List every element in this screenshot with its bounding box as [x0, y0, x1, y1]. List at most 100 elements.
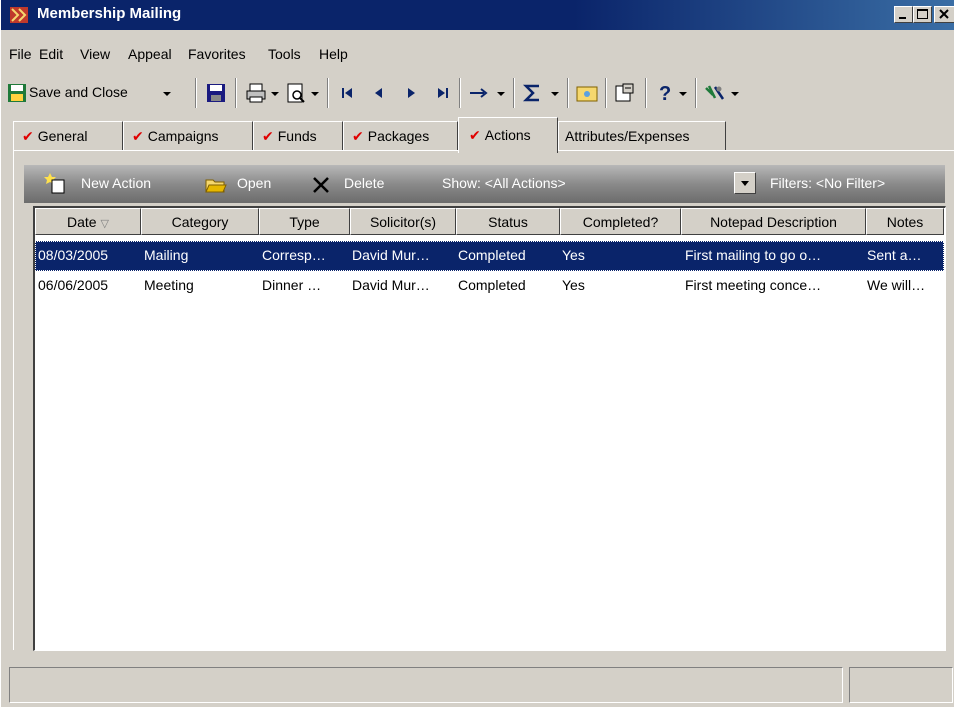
properties-button[interactable]	[613, 80, 639, 106]
menu-file[interactable]: File	[9, 46, 32, 62]
go-to-button[interactable]	[467, 80, 507, 106]
table-row[interactable]: 06/06/2005 Meeting Dinner … David Mur… C…	[35, 271, 944, 301]
menu-help[interactable]: Help	[319, 46, 348, 62]
show-dropdown-button[interactable]	[734, 172, 756, 194]
toolbar-separator	[327, 78, 329, 108]
folder-icon	[576, 86, 598, 102]
svg-text:?: ?	[659, 83, 671, 104]
column-header-completed[interactable]: Completed?	[560, 208, 681, 235]
check-icon: ✔	[352, 128, 364, 144]
previous-record-button[interactable]	[369, 80, 389, 106]
print-preview-button[interactable]	[285, 80, 321, 106]
app-icon[interactable]	[9, 5, 29, 25]
chevron-down-icon[interactable]	[311, 92, 319, 96]
column-header-status[interactable]: Status	[456, 208, 560, 235]
delete-button[interactable]: Delete	[344, 175, 384, 191]
sort-descending-icon: ▽	[100, 218, 110, 230]
column-header-type[interactable]: Type	[259, 208, 350, 235]
cell-status: Completed	[458, 247, 526, 263]
menu-bar: File Edit View Appeal Favorites Tools He…	[1, 42, 954, 66]
chevron-down-icon[interactable]	[271, 92, 279, 96]
tab-strip: ✔ General ✔ Campaigns ✔ Funds ✔ Packages ✔ Ac…	[13, 117, 943, 153]
application-window: Membership Mailing File Edit View Appeal…	[0, 0, 954, 707]
column-header-date-label: Date	[66, 214, 97, 230]
tools-button[interactable]	[703, 80, 739, 106]
toolbar-separator	[645, 78, 647, 108]
printer-icon	[246, 83, 266, 103]
status-pane-main	[9, 667, 843, 703]
toolbar-separator	[195, 78, 197, 108]
table-row[interactable]: 08/03/2005 Mailing Corresp… David Mur… C…	[35, 241, 944, 271]
chevron-down-icon[interactable]	[679, 92, 687, 96]
cell-date: 08/03/2005	[38, 247, 109, 263]
last-record-button[interactable]	[433, 80, 453, 106]
toolbar-separator	[695, 78, 697, 108]
menu-view[interactable]: View	[80, 46, 110, 62]
column-header-notes[interactable]: Notes	[866, 208, 944, 235]
cell-completed: Yes	[562, 247, 585, 263]
actions-grid[interactable]: Date ▽ Category Type Solicitor(s) Status …	[33, 206, 946, 651]
tab-funds-label: Funds	[277, 128, 317, 144]
menu-appeal[interactable]: Appeal	[128, 46, 172, 62]
chevron-down-icon[interactable]	[163, 92, 171, 96]
cell-solicitor: David Mur…	[352, 247, 430, 263]
tab-campaigns[interactable]: ✔ Campaigns	[123, 121, 253, 151]
menu-edit[interactable]: Edit	[39, 46, 63, 62]
maximize-button[interactable]	[913, 6, 932, 23]
print-button[interactable]	[245, 80, 281, 106]
new-action-button[interactable]: New Action	[81, 175, 151, 191]
open-button[interactable]: Open	[237, 175, 271, 191]
summary-button[interactable]	[521, 80, 561, 106]
cell-category: Mailing	[144, 247, 189, 263]
properties-icon	[615, 83, 634, 102]
cell-category: Meeting	[144, 277, 194, 293]
check-icon: ✔	[262, 128, 274, 144]
cell-notes: We will…	[867, 277, 926, 293]
tab-funds[interactable]: ✔ Funds	[253, 121, 343, 151]
menu-tools[interactable]: Tools	[268, 46, 301, 62]
tab-attributes-expenses-label: Attributes/Expenses	[565, 128, 690, 144]
save-and-close-button[interactable]: Save and Close	[5, 80, 175, 106]
column-header-date[interactable]: Date ▽	[35, 208, 141, 235]
cell-notes: Sent a…	[867, 247, 922, 263]
arrow-right-icon	[470, 88, 488, 98]
chevron-down-icon[interactable]	[731, 92, 739, 96]
delete-icon[interactable]	[312, 176, 330, 194]
tab-packages[interactable]: ✔ Packages	[343, 121, 458, 151]
first-icon	[342, 88, 352, 98]
close-button[interactable]	[934, 6, 954, 23]
open-folder-icon[interactable]	[204, 175, 228, 195]
sigma-icon	[522, 84, 539, 102]
save-button[interactable]	[205, 80, 229, 106]
column-header-solicitors[interactable]: Solicitor(s)	[350, 208, 456, 235]
menu-favorites[interactable]: Favorites	[188, 46, 246, 62]
tab-actions-label: Actions	[484, 127, 531, 143]
column-header-notepad-description[interactable]: Notepad Description	[681, 208, 866, 235]
toolbar-separator	[605, 78, 607, 108]
first-record-button[interactable]	[337, 80, 357, 106]
title-bar[interactable]: Membership Mailing	[1, 0, 954, 30]
check-icon: ✔	[132, 128, 144, 144]
tab-attributes-expenses[interactable]: Attributes/Expenses	[558, 121, 726, 151]
chevron-down-icon[interactable]	[551, 92, 559, 96]
next-record-button[interactable]	[401, 80, 421, 106]
save-and-close-label: Save and Close	[29, 84, 128, 100]
preview-icon	[287, 83, 305, 103]
minimize-button[interactable]	[894, 6, 913, 23]
column-header-category[interactable]: Category	[141, 208, 259, 235]
folder-button[interactable]	[575, 80, 601, 106]
cell-notepad-description: First mailing to go o…	[685, 247, 822, 263]
toolbar: Save and Close ?	[1, 74, 954, 112]
tab-general[interactable]: ✔ General	[13, 121, 123, 151]
save-close-icon	[8, 84, 26, 102]
help-button[interactable]: ?	[655, 80, 689, 106]
new-action-icon[interactable]	[44, 171, 68, 195]
filters-label[interactable]: Filters: <No Filter>	[770, 175, 885, 191]
show-filter-label: Show: <All Actions>	[442, 175, 566, 191]
tab-general-label: General	[37, 128, 88, 144]
action-bar: New Action Open Delete Show: <All Action…	[24, 165, 945, 203]
tab-actions[interactable]: ✔ Actions	[458, 117, 558, 153]
chevron-down-icon[interactable]	[497, 92, 505, 96]
previous-icon	[375, 88, 382, 98]
cell-date: 06/06/2005	[38, 277, 109, 293]
